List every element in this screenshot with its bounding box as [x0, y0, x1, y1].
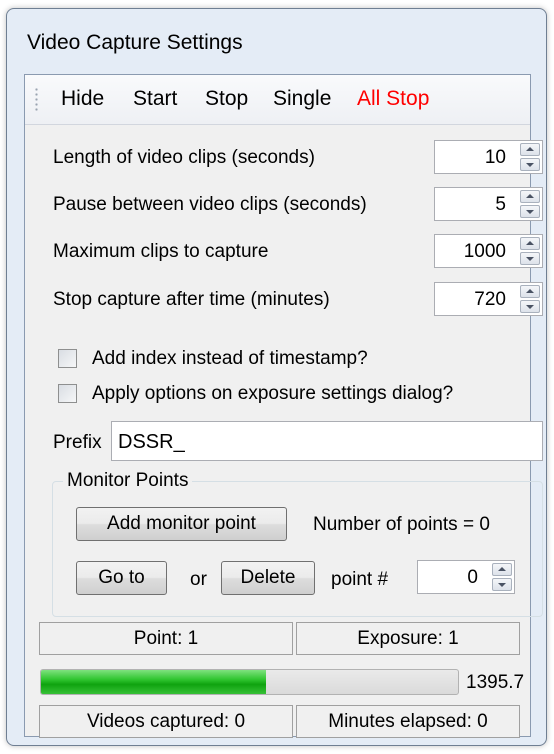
spin-up-icon[interactable]: [520, 285, 540, 298]
point-number-label: point #: [331, 569, 389, 590]
spin-down-icon[interactable]: [520, 158, 540, 171]
start-button[interactable]: Start: [133, 87, 177, 111]
spin-up-icon[interactable]: [520, 190, 540, 203]
prefix-input[interactable]: DSSR_: [111, 421, 543, 461]
single-button[interactable]: Single: [273, 87, 331, 111]
pause-label: Pause between video clips (seconds): [53, 194, 367, 215]
monitor-points-group-label: Monitor Points: [63, 470, 193, 492]
apply-options-checkbox[interactable]: [58, 384, 77, 403]
spin-up-icon[interactable]: [520, 237, 540, 250]
max-clips-spinner[interactable]: 1000: [434, 234, 543, 268]
spin-down-icon[interactable]: [520, 205, 540, 218]
add-monitor-point-button[interactable]: Add monitor point: [76, 507, 287, 541]
stop-after-label: Stop capture after time (minutes): [53, 289, 330, 310]
monitor-points-group: [52, 481, 543, 617]
stop-after-spin-buttons: [520, 285, 540, 313]
spin-down-icon[interactable]: [492, 578, 512, 591]
prefix-label: Prefix: [53, 432, 102, 453]
max-clips-value[interactable]: 1000: [464, 241, 506, 263]
pause-value[interactable]: 5: [495, 194, 506, 216]
progress-value-text: 1395.7: [466, 672, 525, 693]
hide-button[interactable]: Hide: [61, 87, 104, 111]
go-to-button[interactable]: Go to: [76, 561, 167, 595]
clip-length-spin-buttons: [520, 143, 540, 171]
toolbar: Hide Start Stop Single All Stop: [25, 75, 530, 125]
pause-spin-buttons: [520, 190, 540, 218]
clip-length-spinner[interactable]: 10: [434, 140, 543, 174]
capture-progress-fill: [41, 670, 267, 694]
video-capture-settings-window: Video Capture Settings Hide Start Stop S…: [6, 8, 547, 746]
spin-up-icon[interactable]: [492, 563, 512, 576]
add-index-label: Add index instead of timestamp?: [92, 348, 368, 369]
or-text: or: [190, 569, 207, 590]
point-status: Point: 1: [39, 622, 293, 655]
apply-options-label: Apply options on exposure settings dialo…: [92, 383, 454, 404]
pause-spinner[interactable]: 5: [434, 187, 543, 221]
spin-up-icon[interactable]: [520, 143, 540, 156]
capture-progress-bar: [40, 669, 459, 695]
point-number-value[interactable]: 0: [467, 567, 478, 589]
spin-down-icon[interactable]: [520, 252, 540, 265]
toolbar-grip-icon[interactable]: [35, 87, 38, 113]
clip-length-label: Length of video clips (seconds): [53, 147, 315, 168]
stop-button[interactable]: Stop: [205, 87, 248, 111]
delete-button[interactable]: Delete: [221, 561, 315, 595]
window-title: Video Capture Settings: [27, 31, 243, 54]
stop-after-spinner[interactable]: 720: [434, 282, 543, 316]
max-clips-label: Maximum clips to capture: [53, 241, 269, 262]
exposure-status: Exposure: 1: [296, 622, 520, 655]
add-index-checkbox[interactable]: [58, 349, 77, 368]
point-number-spin-buttons: [492, 563, 512, 591]
stop-after-value[interactable]: 720: [474, 289, 506, 311]
client-area: Hide Start Stop Single All Stop Length o…: [24, 74, 543, 738]
videos-captured-status: Videos captured: 0: [39, 705, 293, 738]
max-clips-spin-buttons: [520, 237, 540, 265]
spin-down-icon[interactable]: [520, 300, 540, 313]
point-number-spinner[interactable]: 0: [417, 560, 515, 594]
prefix-value[interactable]: DSSR_: [118, 431, 185, 454]
all-stop-button[interactable]: All Stop: [357, 87, 429, 111]
point-count-text: Number of points = 0: [313, 514, 490, 535]
clip-length-value[interactable]: 10: [485, 147, 506, 169]
minutes-elapsed-status: Minutes elapsed: 0: [296, 705, 520, 738]
